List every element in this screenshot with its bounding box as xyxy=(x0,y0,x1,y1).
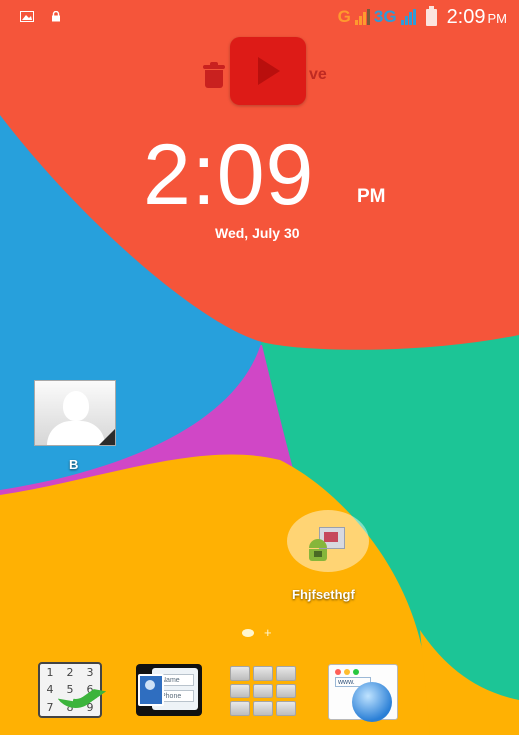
android-app-icon[interactable] xyxy=(305,527,345,565)
signal-3g-bars-icon xyxy=(400,9,416,25)
signal-bars-icon xyxy=(354,9,370,25)
page-indicator: + xyxy=(242,625,272,640)
clock-widget[interactable]: 2:09 PM xyxy=(0,130,519,220)
image-notification-icon xyxy=(20,9,34,27)
clock-ampm: PM xyxy=(357,186,386,207)
add-page-icon: + xyxy=(264,625,272,640)
youtube-app-icon-dragging[interactable] xyxy=(230,37,306,105)
page-dot-current xyxy=(242,629,254,637)
globe-icon xyxy=(352,682,392,722)
status-bar: G 3G 2:09 PM xyxy=(0,0,519,34)
lock-icon xyxy=(51,9,61,27)
contacts-button[interactable]: Name Phone xyxy=(134,662,202,718)
remove-label: ve xyxy=(309,66,327,83)
status-indicators: G 3G 2:09 PM xyxy=(338,5,507,29)
clock-time: 2:09 xyxy=(143,127,315,223)
wallpaper xyxy=(0,0,519,735)
network-type-g: G xyxy=(337,7,351,26)
status-time: 2:09 PM xyxy=(446,5,507,28)
clock-date: Wed, July 30 xyxy=(215,225,300,241)
app-shortcut-label: Fhjfsethgf xyxy=(292,587,355,602)
browser-button[interactable]: www. xyxy=(328,662,398,722)
trash-icon xyxy=(203,62,225,88)
app-grid-icon xyxy=(230,666,296,716)
home-screen: G 3G 2:09 PM ve 2:09 PM Wed, July 30 B F… xyxy=(0,0,519,735)
app-drawer-button[interactable] xyxy=(230,662,298,718)
phone-dialer-button[interactable]: 123 456 789 xyxy=(38,662,107,718)
contact-shortcut-label: B xyxy=(69,457,79,472)
battery-icon xyxy=(425,5,437,26)
network-type-3g: 3G xyxy=(373,7,397,26)
play-icon xyxy=(258,57,280,85)
contact-silhouette-icon xyxy=(63,391,89,421)
contact-shortcut[interactable] xyxy=(34,380,116,446)
